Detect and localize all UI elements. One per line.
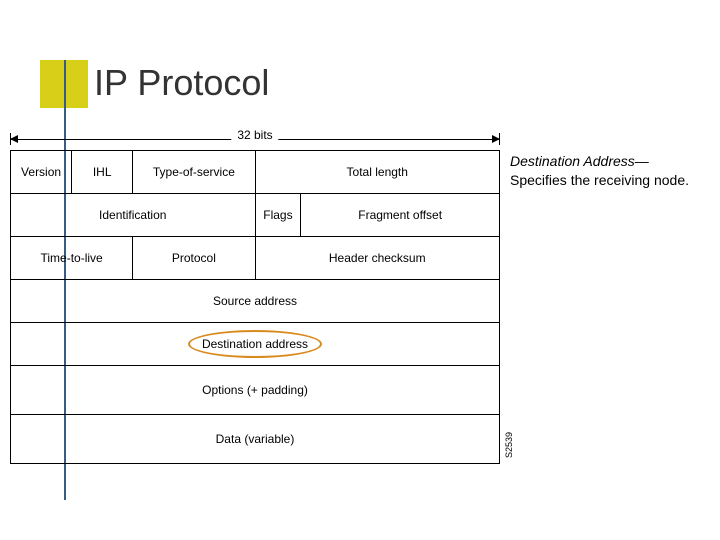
field-destination-address-label: Destination address bbox=[202, 337, 308, 351]
field-header-checksum: Header checksum bbox=[255, 237, 500, 280]
field-data: Data (variable) bbox=[11, 415, 500, 464]
figure-number: S2539 bbox=[504, 432, 514, 458]
annotation-term: Destination Address bbox=[510, 153, 635, 169]
field-ihl: IHL bbox=[72, 151, 133, 194]
field-ttl: Time-to-live bbox=[11, 237, 133, 280]
dimension-label: 32 bits bbox=[231, 128, 278, 142]
field-version: Version bbox=[11, 151, 72, 194]
field-fragment-offset: Fragment offset bbox=[301, 194, 500, 237]
annotation-body: Specifies the receiving node. bbox=[510, 172, 689, 188]
annotation-dash: — bbox=[635, 153, 649, 169]
field-options: Options (+ padding) bbox=[11, 366, 500, 415]
field-source-address: Source address bbox=[11, 280, 500, 323]
annotation: Destination Address— Specifies the recei… bbox=[510, 152, 700, 190]
field-destination-address: Destination address bbox=[11, 323, 500, 366]
field-flags: Flags bbox=[255, 194, 301, 237]
dimension-line: 32 bits bbox=[10, 130, 500, 148]
field-total-length: Total length bbox=[255, 151, 500, 194]
slide-root: IP Protocol 32 bits Version IHL Type-of-… bbox=[0, 0, 720, 540]
ip-header-table: Version IHL Type-of-service Total length… bbox=[10, 150, 500, 464]
ip-header-diagram: 32 bits Version IHL Type-of-service Tota… bbox=[10, 130, 500, 464]
field-protocol: Protocol bbox=[133, 237, 255, 280]
field-identification: Identification bbox=[11, 194, 256, 237]
slide-title: IP Protocol bbox=[94, 62, 269, 104]
field-tos: Type-of-service bbox=[133, 151, 255, 194]
